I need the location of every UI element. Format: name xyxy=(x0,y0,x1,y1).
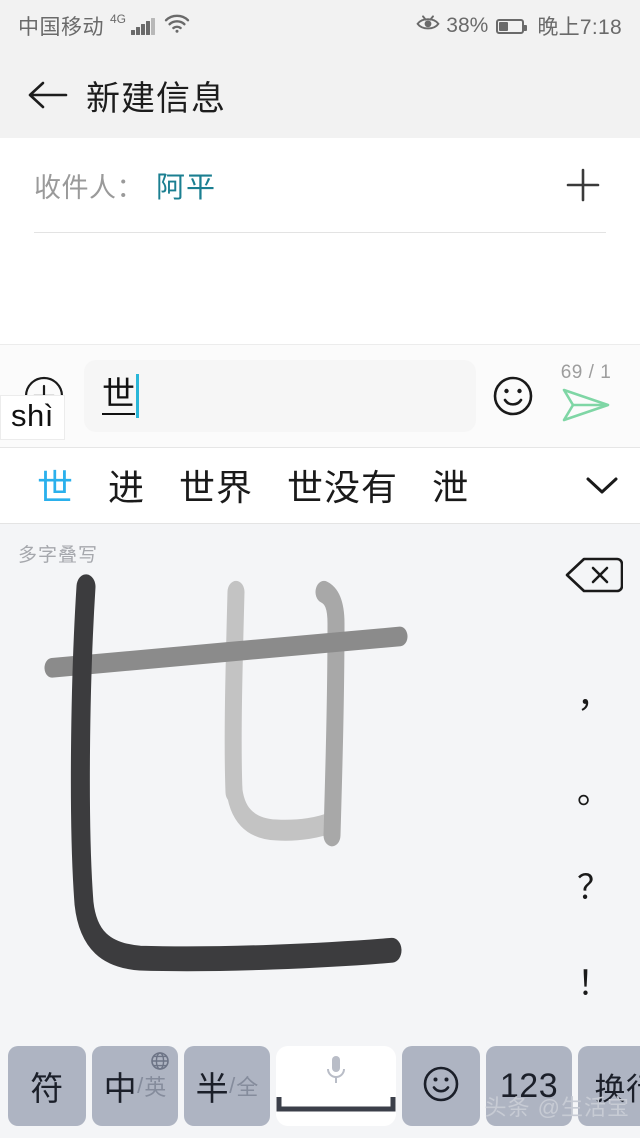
compose-bar: shì 世 69 / 1 xyxy=(0,343,640,448)
space-bar-indicator xyxy=(276,1096,396,1118)
battery-percent-label: 38% xyxy=(446,14,489,37)
status-bar-right: 38% 晚上7:18 xyxy=(416,11,622,41)
pinyin-tooltip: shì xyxy=(0,394,65,441)
symbol-key[interactable]: 符 xyxy=(8,1046,86,1126)
recipient-value[interactable]: 阿平 xyxy=(156,164,216,206)
language-key-primary-label: 中 xyxy=(103,1070,138,1107)
emoji-button[interactable] xyxy=(484,367,542,425)
width-key-primary-label: 半 xyxy=(195,1070,230,1107)
smiley-icon xyxy=(418,1061,464,1112)
punctuation-key[interactable]: ？ xyxy=(548,848,640,922)
carrier-label: 中国移动 xyxy=(18,16,104,39)
language-key-separator: / xyxy=(137,1073,144,1098)
candidate-item[interactable]: 进 xyxy=(91,459,162,511)
numeric-key-label: 123 xyxy=(499,1066,559,1105)
backspace-icon[interactable] xyxy=(548,538,640,612)
keyboard-bottom-row: 符 中 / 英 半 / 全 123 换 头条 @生活宝 xyxy=(0,1040,640,1138)
text-caret xyxy=(136,373,139,418)
candidate-bar: 世 进 世界 世没有 泄 xyxy=(0,447,640,524)
composing-text: 世 xyxy=(102,375,135,416)
message-thread-area xyxy=(0,233,640,344)
space-key[interactable] xyxy=(276,1046,396,1126)
punctuation-key[interactable]: ， xyxy=(548,656,640,730)
candidate-item[interactable]: 世界 xyxy=(162,459,270,511)
punctuation-key[interactable]: 。 xyxy=(548,752,640,826)
network-type-label: 4G xyxy=(110,12,127,26)
battery-icon xyxy=(496,18,528,34)
candidate-item[interactable]: 世没有 xyxy=(270,459,415,511)
punctuation-column: ， 。 ？ ！ xyxy=(548,524,640,1041)
plus-icon[interactable] xyxy=(560,162,606,208)
width-key-secondary-label: 全 xyxy=(236,1075,259,1100)
send-arrow-icon[interactable] xyxy=(560,385,612,430)
clock-label: 晚上7:18 xyxy=(537,16,622,39)
send-area[interactable]: 69 / 1 xyxy=(548,362,624,430)
chevron-down-icon[interactable] xyxy=(570,453,634,517)
signal-bars-icon xyxy=(131,17,155,35)
recipient-row[interactable]: 收件人： 阿平 xyxy=(34,138,606,233)
page-title: 新建信息 xyxy=(86,79,226,118)
recipient-label: 收件人： xyxy=(34,172,144,203)
handwriting-strokes xyxy=(44,573,408,971)
status-bar: 中国移动 4G 38% 晚上7:18 xyxy=(0,0,640,52)
eye-comfort-icon xyxy=(416,14,440,38)
candidate-item[interactable]: 世 xyxy=(20,459,91,511)
width-key-separator: / xyxy=(229,1073,236,1098)
candidate-item[interactable]: 泄 xyxy=(415,459,486,511)
message-compose-screen: 中国移动 4G 38% 晚上7:18 新建信息 收件人： 阿平 shì 世 69… xyxy=(0,0,640,1138)
punctuation-key[interactable]: ！ xyxy=(548,944,640,1018)
emoji-key[interactable] xyxy=(402,1046,480,1126)
handwriting-panel: 多字叠写 ， 。 ？ ！ xyxy=(0,523,640,1041)
wifi-icon xyxy=(164,14,190,38)
width-toggle-key[interactable]: 半 / 全 xyxy=(184,1046,270,1126)
newline-key-label: 换行 xyxy=(594,1071,640,1107)
language-toggle-key[interactable]: 中 / 英 xyxy=(92,1046,178,1126)
microphone-icon xyxy=(323,1054,349,1093)
newline-key[interactable]: 换行 xyxy=(578,1046,640,1126)
globe-icon xyxy=(150,1051,170,1076)
app-bar: 新建信息 xyxy=(0,52,640,138)
message-input[interactable]: 世 xyxy=(84,359,476,432)
numeric-key[interactable]: 123 xyxy=(486,1046,572,1126)
handwriting-canvas[interactable]: 多字叠写 xyxy=(0,524,548,1041)
recipient-section: 收件人： 阿平 xyxy=(0,138,640,233)
symbol-key-label: 符 xyxy=(30,1070,64,1107)
character-counter: 69 / 1 xyxy=(560,361,612,383)
status-bar-left: 中国移动 4G xyxy=(18,11,190,41)
back-arrow-icon[interactable] xyxy=(24,72,70,118)
